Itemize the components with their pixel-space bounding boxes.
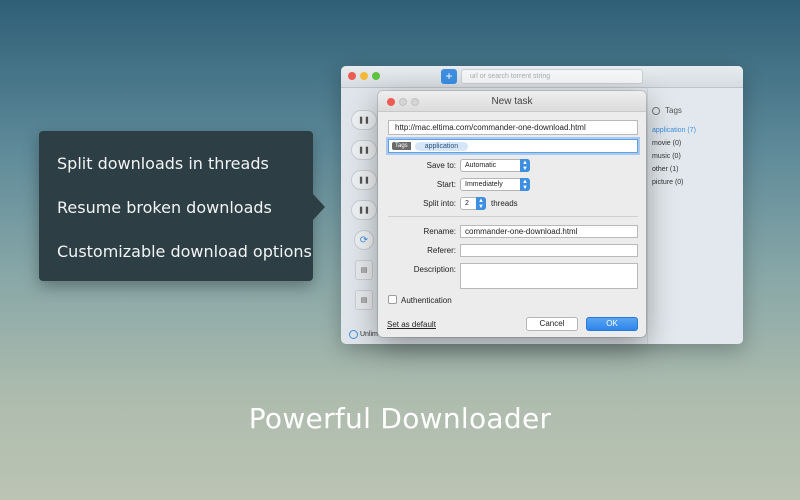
start-label: Start:	[436, 180, 456, 189]
dialog-minimize-button	[399, 98, 407, 106]
set-as-default-button[interactable]: Set as default	[387, 320, 436, 329]
authentication-checkbox[interactable]	[388, 295, 397, 304]
toolbar: + url or search torrent string	[341, 66, 743, 88]
add-download-button[interactable]: +	[441, 69, 457, 84]
speed-limit-control[interactable]: Unlim	[349, 330, 378, 339]
rename-label: Rename:	[423, 227, 456, 236]
pause-icon[interactable]: ❚❚	[351, 140, 377, 160]
tag-ring-icon	[652, 106, 660, 115]
save-to-label: Save to:	[426, 161, 456, 170]
tag-item-picture[interactable]: picture (0)	[652, 176, 696, 189]
ok-button[interactable]: OK	[586, 317, 638, 331]
start-select[interactable]: Immediately ▲ ▼	[460, 178, 530, 191]
tag-item-music[interactable]: music (0)	[652, 150, 696, 163]
tag-item-application[interactable]: application (7)	[652, 124, 696, 137]
split-into-label: Split into:	[423, 199, 456, 208]
threads-label: threads	[491, 199, 518, 208]
feature-resume-downloads: Resume broken downloads	[57, 198, 272, 217]
tag-item-movie[interactable]: movie (0)	[652, 137, 696, 150]
split-into-stepper[interactable]: 2 ▲ ▼	[460, 197, 486, 210]
new-task-dialog: New task http://mac.eltima.com/commander…	[378, 91, 646, 337]
tag-chip[interactable]: application	[414, 141, 469, 151]
save-to-select[interactable]: Automatic ▲ ▼	[460, 159, 530, 172]
dialog-title: New task	[491, 96, 533, 107]
authentication-label: Authentication	[401, 296, 452, 305]
sync-icon[interactable]: ⟳	[354, 230, 374, 250]
minimize-window-button[interactable]	[360, 72, 368, 80]
file-icon: ▤	[355, 260, 373, 280]
tags-sidebar: Tags application (7) movie (0) music (0)…	[647, 88, 743, 344]
split-into-value: 2	[465, 200, 469, 207]
url-search-input[interactable]: url or search torrent string	[461, 69, 643, 84]
tag-list: application (7) movie (0) music (0) othe…	[652, 124, 696, 189]
close-window-button[interactable]	[348, 72, 356, 80]
pause-icon[interactable]: ❚❚	[351, 200, 377, 220]
dialog-titlebar: New task	[378, 91, 646, 112]
pause-icon[interactable]: ❚❚	[351, 110, 377, 130]
rename-field[interactable]: commander-one-download.html	[460, 225, 638, 238]
file-icon: ▤	[355, 290, 373, 310]
divider	[388, 216, 638, 217]
speed-gauge-icon	[349, 330, 358, 339]
chevron-updown-icon: ▲ ▼	[476, 197, 486, 210]
referer-field[interactable]	[460, 244, 638, 257]
tags-field-label: Tags	[392, 142, 411, 150]
chevron-updown-icon: ▲ ▼	[520, 159, 530, 172]
speed-limit-label: Unlim	[360, 331, 378, 338]
chevron-updown-icon: ▲ ▼	[520, 178, 530, 191]
description-field[interactable]	[460, 263, 638, 289]
tags-field[interactable]: Tags application	[388, 139, 638, 153]
feature-download-options: Customizable download options	[57, 242, 312, 261]
dialog-zoom-button	[411, 98, 419, 106]
referer-label: Referer:	[427, 246, 456, 255]
feature-split-threads: Split downloads in threads	[57, 154, 269, 173]
cancel-button[interactable]: Cancel	[526, 317, 578, 331]
tags-header: Tags	[652, 106, 682, 115]
save-to-value: Automatic	[465, 162, 497, 169]
tag-item-other[interactable]: other (1)	[652, 163, 696, 176]
feature-callout: Split downloads in threads Resume broken…	[39, 131, 325, 281]
pause-icon[interactable]: ❚❚	[351, 170, 377, 190]
description-label: Description:	[413, 265, 456, 274]
page-headline: Powerful Downloader	[248, 402, 552, 435]
dialog-close-button[interactable]	[387, 98, 395, 106]
tags-header-label: Tags	[665, 106, 682, 115]
start-value: Immediately	[465, 181, 503, 188]
zoom-window-button[interactable]	[372, 72, 380, 80]
download-url-field[interactable]: http://mac.eltima.com/commander-one-down…	[388, 120, 638, 135]
